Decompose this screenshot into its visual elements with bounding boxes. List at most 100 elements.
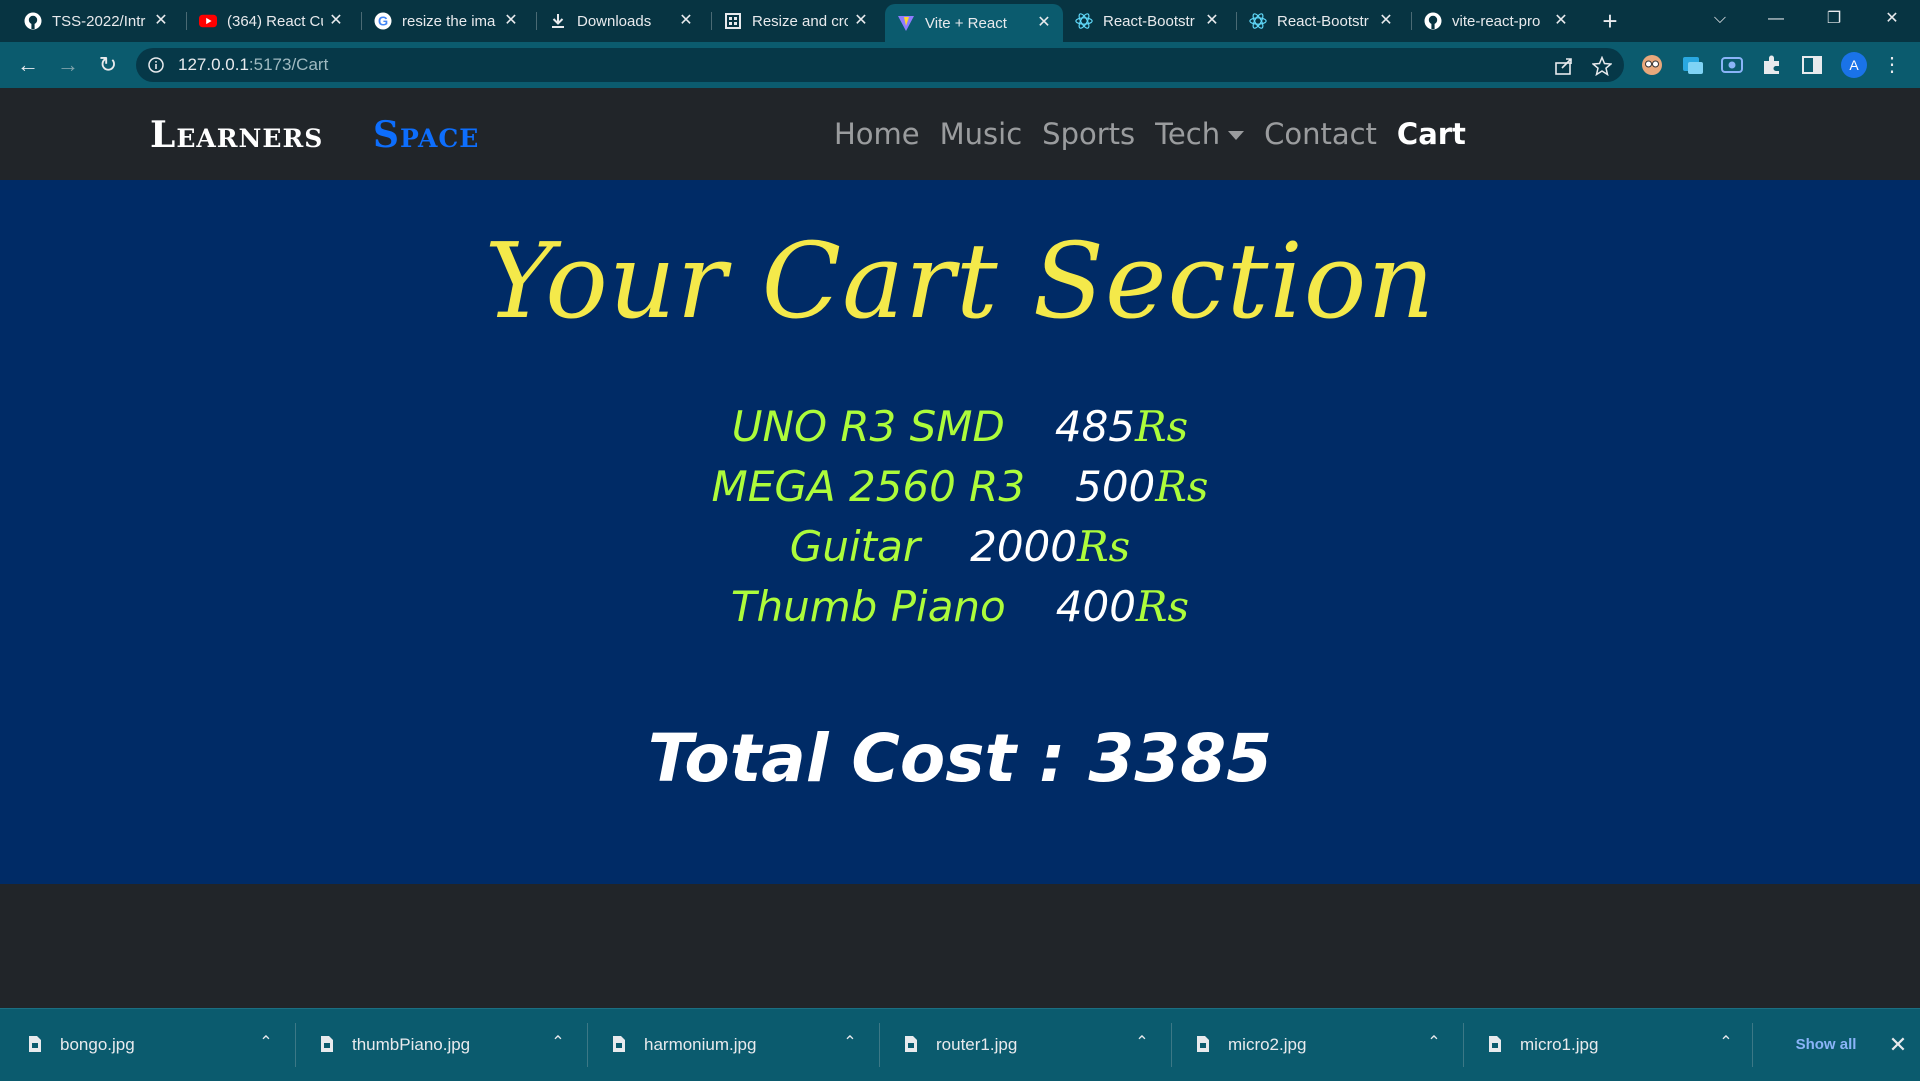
cart-item-price: 400 xyxy=(1055,582,1136,631)
crop-icon xyxy=(724,12,742,30)
close-tab-icon[interactable]: ✕ xyxy=(327,12,345,30)
cart-title: Your Cart Section xyxy=(484,220,1436,342)
tab-resize-crop[interactable]: Resize and cro ✕ xyxy=(712,6,880,36)
cart-item: Guitar 2000Rs xyxy=(0,522,1920,582)
close-tab-icon[interactable]: ✕ xyxy=(1203,12,1221,30)
tab-title: (364) React Cu xyxy=(227,12,323,30)
close-tab-icon[interactable]: ✕ xyxy=(152,12,170,30)
profile-avatar[interactable]: A xyxy=(1841,52,1867,78)
tab-title: Downloads xyxy=(577,12,652,30)
cart-section: Your Cart Section UNO R3 SMD 485 Rs MEGA 2… xyxy=(0,180,1920,884)
download-item[interactable]: thumbPiano.jpg ⌃ xyxy=(292,1009,582,1081)
tab-search-chevron-icon[interactable]: ⌵ xyxy=(1700,4,1740,34)
nav-tech-label: Tech xyxy=(1155,117,1221,151)
download-filename: thumbPiano.jpg xyxy=(352,1035,471,1054)
nav-home[interactable]: Home xyxy=(834,117,920,151)
cart-item-price: 500 xyxy=(1075,462,1156,511)
download-filename: bongo.jpg xyxy=(60,1035,135,1054)
close-tab-icon[interactable]: ✕ xyxy=(1377,12,1395,30)
site-info-icon[interactable] xyxy=(148,57,164,73)
download-item[interactable]: harmonium.jpg ⌃ xyxy=(584,1009,874,1081)
browser-menu-icon[interactable]: ⋮ xyxy=(1882,52,1902,78)
extension-face-icon[interactable] xyxy=(1641,54,1663,76)
extensions-puzzle-icon[interactable] xyxy=(1761,54,1783,76)
new-tab-plus-icon[interactable]: + xyxy=(1596,7,1624,35)
download-filename: micro2.jpg xyxy=(1228,1035,1307,1054)
cart-item: Thumb Piano 400Rs xyxy=(0,582,1920,642)
tab-github-tss[interactable]: TSS-2022/Intr ✕ xyxy=(12,6,180,36)
file-icon xyxy=(1196,1035,1210,1053)
url-text: 127.0.0.1:5173/Cart xyxy=(178,55,329,74)
cart-item-name: UNO R3 SMD xyxy=(731,402,1005,451)
minimize-icon[interactable]: — xyxy=(1756,4,1796,34)
nav-tech-dropdown[interactable]: Tech xyxy=(1155,117,1245,151)
nav-music[interactable]: Music xyxy=(940,117,1023,151)
tab-title: TSS-2022/Intr xyxy=(52,12,146,30)
cart-item-currency: Rs xyxy=(1135,582,1190,631)
side-panel-icon[interactable] xyxy=(1801,54,1823,76)
tab-youtube[interactable]: (364) React Cu ✕ xyxy=(187,6,355,36)
google-icon: G xyxy=(374,12,392,30)
tab-downloads[interactable]: Downloads ✕ xyxy=(537,6,705,36)
extension-translate-icon[interactable] xyxy=(1682,54,1704,76)
download-filename: harmonium.jpg xyxy=(644,1035,757,1054)
cart-item-price: 485 xyxy=(1054,402,1136,451)
downloads-shelf: bongo.jpg ⌃ thumbPiano.jpg ⌃ harmonium.j… xyxy=(0,1008,1920,1081)
close-shelf-icon[interactable]: ✕ xyxy=(1886,1031,1910,1059)
file-icon xyxy=(612,1035,626,1053)
close-tab-icon[interactable]: ✕ xyxy=(1035,14,1053,32)
nav-contact[interactable]: Contact xyxy=(1264,117,1377,151)
address-bar[interactable]: 127.0.0.1:5173/Cart xyxy=(136,48,1624,82)
tab-react-bootstrap-1[interactable]: React-Bootstr ✕ xyxy=(1063,6,1231,36)
tab-title: Resize and cro xyxy=(752,12,848,30)
chevron-up-icon[interactable]: ⌃ xyxy=(1134,1035,1150,1051)
cart-item-name: MEGA 2560 R3 xyxy=(711,462,1026,511)
download-item[interactable]: micro1.jpg ⌃ xyxy=(1460,1009,1750,1081)
cart-item-currency: Rs xyxy=(1077,522,1131,571)
window-close-icon[interactable]: ✕ xyxy=(1872,4,1912,34)
close-tab-icon[interactable]: ✕ xyxy=(677,12,695,30)
tab-google-search[interactable]: G resize the ima ✕ xyxy=(362,6,530,36)
chevron-up-icon[interactable]: ⌃ xyxy=(550,1035,566,1051)
brand-learners[interactable]: Learners xyxy=(150,114,323,156)
close-tab-icon[interactable]: ✕ xyxy=(502,12,520,30)
forward-arrow-icon[interactable]: → xyxy=(54,51,82,79)
browser-tab-strip: TSS-2022/Intr ✕ (364) React Cu ✕ G resiz… xyxy=(0,0,1920,42)
tab-title: React-Bootstr xyxy=(1103,12,1195,30)
tab-title: resize the ima xyxy=(402,12,496,30)
cart-item-name: Guitar xyxy=(789,522,921,571)
close-tab-icon[interactable]: ✕ xyxy=(1552,12,1570,30)
total-cost: Total Cost : 3385 xyxy=(647,720,1273,797)
tab-vite-react-active[interactable]: Vite + React ✕ xyxy=(885,4,1063,42)
cart-item-name: Thumb Piano xyxy=(730,582,1006,631)
tab-react-bootstrap-2[interactable]: React-Bootstr ✕ xyxy=(1237,6,1405,36)
chevron-up-icon[interactable]: ⌃ xyxy=(842,1035,858,1051)
cart-item: MEGA 2560 R3 500Rs xyxy=(0,462,1920,522)
share-icon[interactable] xyxy=(1554,56,1574,76)
reload-icon[interactable]: ↻ xyxy=(94,51,122,79)
restore-icon[interactable]: ❐ xyxy=(1814,4,1854,34)
brand-space[interactable]: Space xyxy=(373,114,479,156)
cart-list: UNO R3 SMD 485 Rs MEGA 2560 R3 500 Rs Guitar… xyxy=(0,402,1920,642)
chevron-up-icon[interactable]: ⌃ xyxy=(1718,1035,1734,1051)
file-icon xyxy=(1488,1035,1502,1053)
download-item[interactable]: micro2.jpg ⌃ xyxy=(1168,1009,1458,1081)
back-arrow-icon[interactable]: ← xyxy=(14,51,42,79)
download-item[interactable]: router1.jpg ⌃ xyxy=(876,1009,1166,1081)
chevron-up-icon[interactable]: ⌃ xyxy=(1426,1035,1442,1051)
nav-sports[interactable]: Sports xyxy=(1042,117,1135,151)
bookmark-star-icon[interactable] xyxy=(1591,55,1613,77)
react-bootstrap-icon xyxy=(1075,12,1093,30)
show-all-downloads-button[interactable]: Show all xyxy=(1770,1027,1882,1063)
youtube-icon xyxy=(199,12,217,30)
nav-cart[interactable]: Cart xyxy=(1397,117,1466,151)
close-tab-icon[interactable]: ✕ xyxy=(852,12,870,30)
download-item[interactable]: bongo.jpg ⌃ xyxy=(0,1009,290,1081)
caret-down-icon xyxy=(1228,130,1245,140)
page-footer-area xyxy=(0,884,1920,1008)
extension-screen-icon[interactable] xyxy=(1721,54,1743,76)
cart-item: UNO R3 SMD 485Rs xyxy=(0,402,1920,462)
nav-links: Home Music Sports Tech Contact Cart xyxy=(834,88,1486,180)
tab-github-vite-react[interactable]: vite-react-pro ✕ xyxy=(1412,6,1580,36)
chevron-up-icon[interactable]: ⌃ xyxy=(258,1035,274,1051)
